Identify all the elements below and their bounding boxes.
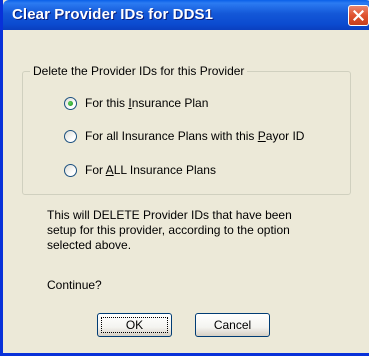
radio-label: For ALL Insurance Plans (85, 163, 216, 177)
dialog-window: Clear Provider IDs for DDS1 Delete the P… (0, 0, 369, 356)
message-line: This will DELETE Provider IDs that have … (47, 208, 292, 222)
radio-label: For all Insurance Plans with this Payor … (85, 129, 305, 143)
radio-button[interactable] (64, 129, 77, 143)
continue-prompt: Continue? (47, 278, 102, 292)
group-legend: Delete the Provider IDs for this Provide… (30, 64, 248, 78)
radio-button[interactable] (64, 163, 77, 177)
radio-button[interactable] (64, 96, 77, 110)
cancel-button[interactable]: Cancel (195, 313, 270, 337)
warning-message: This will DELETE Provider IDs that have … (47, 208, 347, 253)
radio-label: For this Insurance Plan (85, 96, 209, 110)
message-line: selected above. (47, 238, 132, 252)
ok-button[interactable]: OK (97, 313, 172, 337)
close-button[interactable] (348, 5, 369, 26)
focus-rectangle (101, 317, 168, 333)
window-title: Clear Provider IDs for DDS1 (12, 6, 214, 23)
radio-this-insurance-plan[interactable]: For this Insurance Plan (64, 95, 208, 111)
message-line: setup for this provider, according to th… (47, 223, 290, 237)
radio-all-insurance-plans[interactable]: For ALL Insurance Plans (64, 162, 216, 178)
cancel-button-label: Cancel (213, 318, 252, 332)
title-bar[interactable]: Clear Provider IDs for DDS1 (3, 0, 369, 30)
close-icon (353, 10, 364, 21)
radio-all-plans-payor-id[interactable]: For all Insurance Plans with this Payor … (64, 128, 304, 144)
